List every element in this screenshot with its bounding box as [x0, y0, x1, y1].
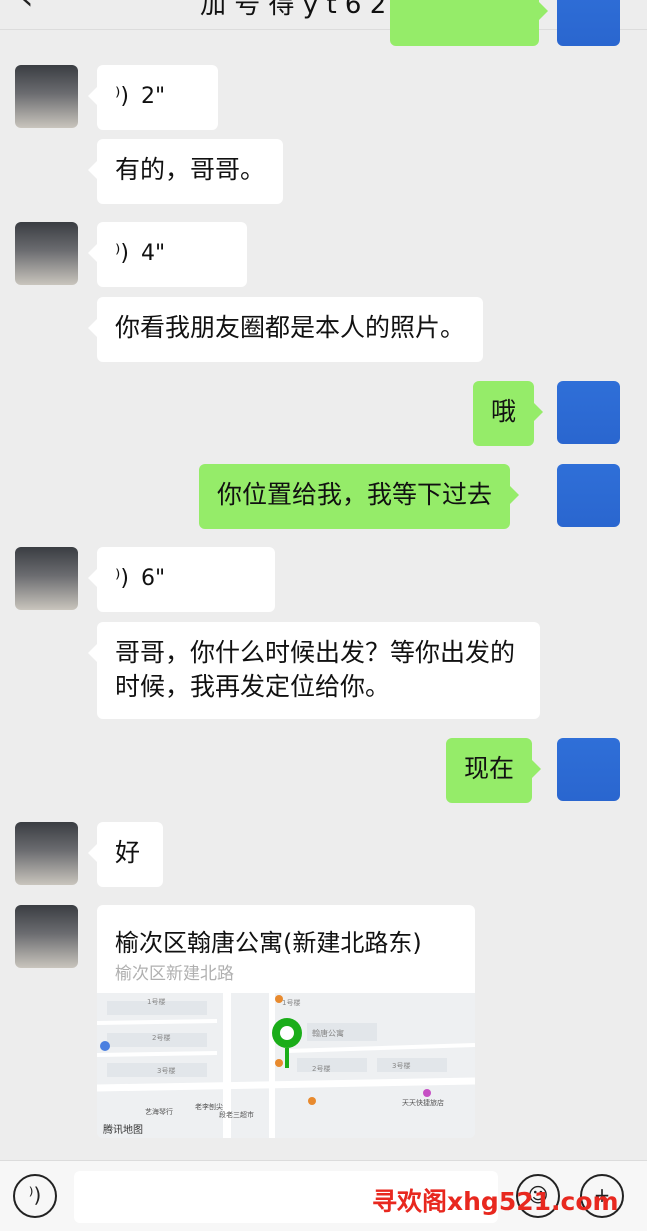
message-bubble-partial[interactable] [390, 0, 548, 46]
text-message[interactable]: 哦 [473, 381, 544, 446]
voice-message[interactable]: ⁾) 4" [88, 222, 247, 287]
my-avatar[interactable] [557, 738, 620, 801]
text-message[interactable]: 你看我朋友圈都是本人的照片。 [87, 297, 484, 362]
chat-header: ‹ 加 号 得 y t 6 2 2 1 [0, 0, 647, 30]
text-message[interactable]: 现在 [446, 738, 542, 803]
map-label: 老李刨尖 [195, 1102, 223, 1111]
contact-avatar[interactable] [15, 222, 78, 285]
voice-message[interactable]: ⁾) 6" [88, 547, 275, 612]
map-label: 2号楼 [152, 1033, 170, 1042]
contact-avatar[interactable] [15, 547, 78, 610]
map-label: 段老三超市 [219, 1110, 254, 1119]
map-label: 3号楼 [157, 1066, 175, 1075]
my-avatar[interactable] [557, 0, 620, 46]
map-label: 3号楼 [392, 1061, 410, 1070]
contact-avatar[interactable] [15, 905, 78, 968]
text-message[interactable]: 好 [88, 822, 163, 887]
location-card[interactable]: 榆次区翰唐公寓(新建北路东) 榆次区新建北路 1号楼 2号楼 3号楼 1号楼 2… [97, 905, 475, 1138]
my-avatar[interactable] [557, 464, 620, 527]
back-arrow-icon[interactable]: ‹ [20, 0, 34, 18]
voice-wave-icon: ⁾) [115, 241, 129, 266]
voice-toggle-icon[interactable]: ⁾) [13, 1174, 57, 1218]
location-map[interactable]: 1号楼 2号楼 3号楼 1号楼 2号楼 3号楼 翰唐公寓 天天快捷旅店 艺海琴行… [97, 993, 475, 1138]
voice-wave-icon: ⁾) [115, 566, 129, 591]
contact-avatar[interactable] [15, 822, 78, 885]
map-label: 艺海琴行 [145, 1107, 173, 1116]
text-message[interactable]: 哥哥，你什么时候出发？等你出发的时候，我再发定位给你。 [88, 622, 540, 719]
my-avatar[interactable] [557, 381, 620, 444]
map-credit: 腾讯地图 [103, 1125, 143, 1136]
location-subtitle: 榆次区新建北路 [115, 964, 234, 984]
map-graphic: 1号楼 2号楼 3号楼 1号楼 2号楼 3号楼 翰唐公寓 天天快捷旅店 艺海琴行… [97, 993, 475, 1138]
voice-message[interactable]: ⁾) 2" [88, 65, 218, 130]
map-label: 1号楼 [147, 997, 165, 1006]
map-label: 1号楼 [282, 998, 300, 1007]
text-message[interactable]: 你位置给我，我等下过去 [199, 464, 520, 529]
location-title: 榆次区翰唐公寓(新建北路东) [115, 929, 422, 957]
map-label: 翰唐公寓 [312, 1028, 344, 1038]
watermark: 寻欢阁xhg521.com [372, 1187, 619, 1216]
map-label: 天天快捷旅店 [402, 1098, 444, 1107]
contact-avatar[interactable] [15, 65, 78, 128]
map-label: 2号楼 [312, 1064, 330, 1073]
voice-wave-icon: ⁾) [115, 84, 129, 109]
text-message[interactable]: 有的，哥哥。 [87, 139, 284, 204]
